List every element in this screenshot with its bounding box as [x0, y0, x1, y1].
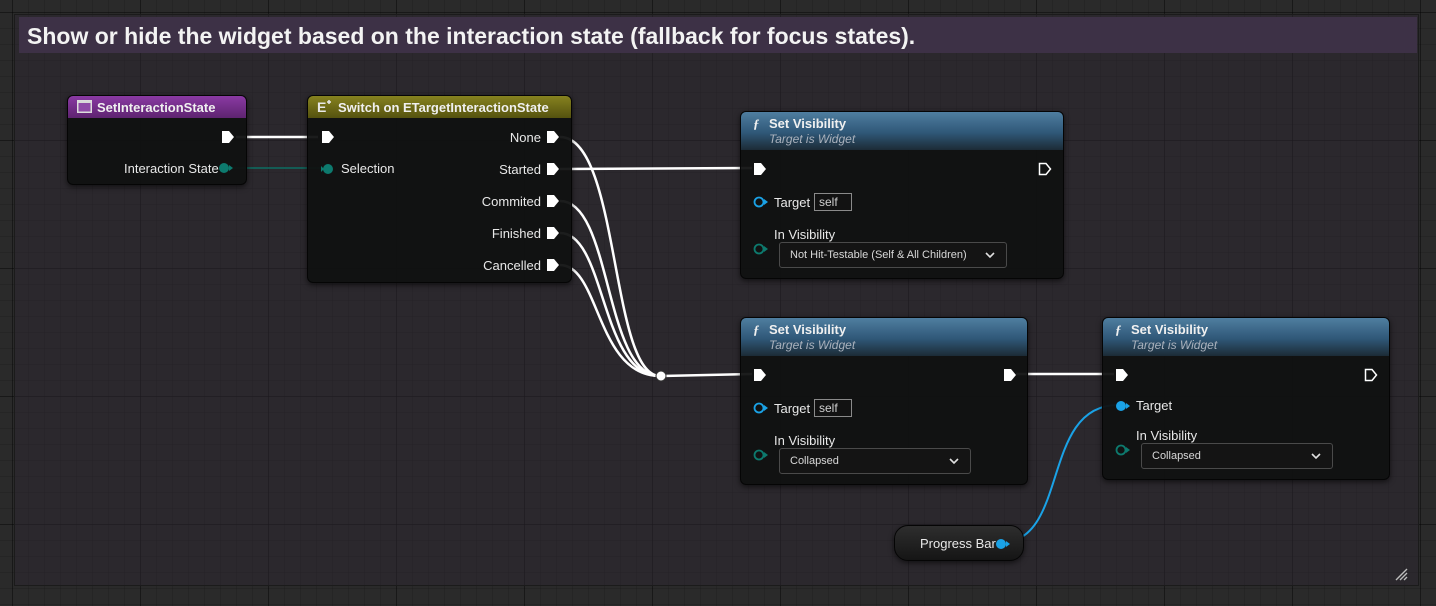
object-out-pin[interactable]: [995, 538, 1011, 550]
exec-wire: [559, 199, 661, 378]
exec-out-pin[interactable]: [1038, 162, 1052, 176]
target-self-field[interactable]: self: [814, 399, 852, 417]
exec-out-pin-none[interactable]: [546, 130, 560, 144]
function-icon: ƒ: [1115, 322, 1122, 337]
progress-bar-variable-node[interactable]: Progress Bar: [894, 525, 1024, 561]
output-label-commited: Commited: [481, 194, 541, 209]
exec-out-pin[interactable]: [221, 130, 235, 144]
set-visibility-title: Set Visibility: [769, 322, 847, 337]
output-label-none: None: [509, 130, 541, 145]
switch-node-title: Switch on ETargetInteractionState: [338, 100, 549, 115]
visibility-dropdown[interactable]: Not Hit-Testable (Self & All Children): [779, 242, 1007, 268]
switch-enum-icon: E: [317, 99, 331, 115]
chevron-down-icon: [949, 458, 959, 465]
target-in-pin[interactable]: [753, 196, 769, 208]
set-visibility-title: Set Visibility: [769, 116, 847, 131]
set-visibility-subtitle: Target is Widget: [769, 338, 856, 352]
target-label: Target: [774, 401, 811, 416]
svg-text:E: E: [317, 99, 326, 115]
exec-wire: [559, 231, 661, 378]
visibility-in-pin[interactable]: [753, 243, 769, 255]
switch-node[interactable]: E Switch on ETargetInteractionState Sele…: [307, 95, 572, 283]
exec-out-pin[interactable]: [1364, 368, 1378, 382]
target-in-pin[interactable]: [753, 402, 769, 414]
event-node-title: SetInteractionState: [97, 100, 216, 115]
target-in-pin[interactable]: [1115, 400, 1131, 412]
output-label-finished: Finished: [491, 226, 541, 241]
set-visibility-subtitle: Target is Widget: [769, 132, 856, 146]
exec-in-pin[interactable]: [1115, 368, 1129, 382]
set-visibility-title: Set Visibility: [1131, 322, 1209, 337]
visibility-dropdown[interactable]: Collapsed: [1141, 443, 1333, 469]
output-label-started: Started: [499, 162, 541, 177]
reroute-node: [655, 370, 667, 382]
exec-in-pin[interactable]: [753, 162, 767, 176]
exec-in-pin[interactable]: [321, 130, 335, 144]
wire-layer: [232, 135, 1119, 544]
target-label: Target: [1136, 398, 1173, 413]
set-visibility-node-1[interactable]: ƒ Set Visibility Target is Widget Target…: [740, 111, 1064, 279]
visibility-dropdown-value: Collapsed: [1152, 450, 1201, 462]
exec-wire: [661, 372, 753, 378]
target-self-field[interactable]: self: [814, 193, 852, 211]
in-visibility-label: In Visibility: [1136, 428, 1198, 443]
set-visibility-node-2[interactable]: ƒ Set Visibility Target is Widget Target…: [740, 317, 1028, 485]
exec-wire: [559, 166, 753, 171]
chevron-down-icon: [1311, 453, 1321, 460]
exec-out-pin-finished[interactable]: [546, 226, 560, 240]
output-label-cancelled: Cancelled: [483, 258, 541, 273]
visibility-in-pin[interactable]: [1115, 444, 1131, 456]
enum-out-pin[interactable]: [218, 162, 234, 174]
visibility-in-pin[interactable]: [753, 449, 769, 461]
selection-label: Selection: [341, 161, 395, 176]
visibility-dropdown-value: Collapsed: [790, 455, 839, 467]
set-visibility-subtitle: Target is Widget: [1131, 338, 1218, 352]
visibility-dropdown[interactable]: Collapsed: [779, 448, 971, 474]
in-visibility-label: In Visibility: [774, 433, 836, 448]
function-icon: ƒ: [753, 116, 760, 131]
function-icon: ƒ: [753, 322, 760, 337]
in-visibility-label: In Visibility: [774, 227, 836, 242]
set-visibility-node-3[interactable]: ƒ Set Visibility Target is Widget Target…: [1102, 317, 1390, 480]
exec-out-pin-commited[interactable]: [546, 194, 560, 208]
progress-bar-label: Progress Bar: [920, 536, 996, 551]
visibility-dropdown-value: Not Hit-Testable (Self & All Children): [790, 249, 967, 261]
exec-out-pin[interactable]: [1003, 368, 1017, 382]
interaction-state-label: Interaction State: [124, 161, 219, 176]
event-function-icon: [77, 100, 92, 113]
exec-in-pin[interactable]: [753, 368, 767, 382]
selection-in-pin[interactable]: [320, 163, 336, 175]
chevron-down-icon: [985, 252, 995, 259]
exec-out-pin-cancelled[interactable]: [546, 258, 560, 272]
exec-out-pin-started[interactable]: [546, 162, 560, 176]
target-label: Target: [774, 195, 811, 210]
event-node-set-interaction-state[interactable]: SetInteractionState Interaction State: [67, 95, 247, 185]
